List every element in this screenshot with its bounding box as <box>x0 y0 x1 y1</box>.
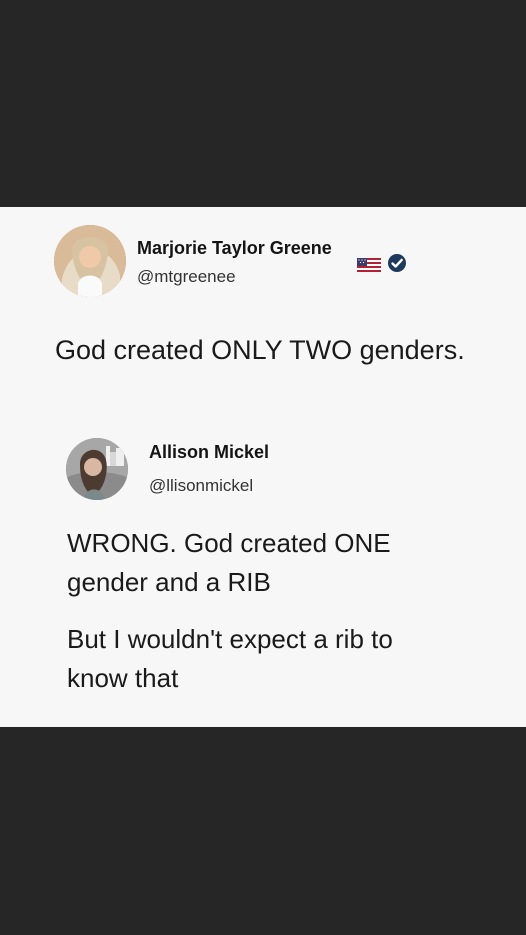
avatar-image <box>54 225 126 297</box>
verified-badge-icon <box>388 254 406 272</box>
avatar-image <box>66 438 128 500</box>
username[interactable]: @llisonmickel <box>149 476 253 496</box>
username[interactable]: @mtgreenee <box>137 267 236 287</box>
tweet-card: Marjorie Taylor Greene @mtgreenee God cr <box>0 207 526 727</box>
display-name[interactable]: Marjorie Taylor Greene <box>137 237 332 259</box>
display-name[interactable]: Allison Mickel <box>149 441 269 463</box>
us-flag-icon <box>357 258 381 272</box>
tweet-text: God created ONLY TWO genders. <box>55 335 465 365</box>
avatar[interactable] <box>54 225 126 297</box>
screenshot-frame: Marjorie Taylor Greene @mtgreenee God cr <box>0 0 526 935</box>
tweet-text-line-2: But I wouldn't expect a rib to know that <box>67 624 393 693</box>
tweet-text-line-1: WRONG. God created ONE gender and a RIB <box>67 528 391 597</box>
avatar[interactable] <box>66 438 128 500</box>
